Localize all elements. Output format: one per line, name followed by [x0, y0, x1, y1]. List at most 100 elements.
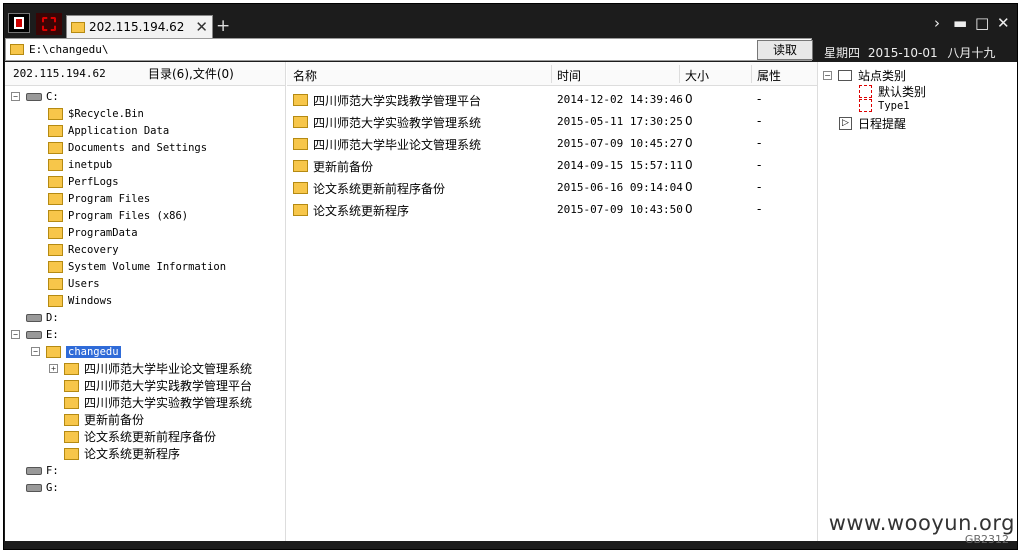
tree-drive-item[interactable]: − E:: [11, 326, 59, 343]
cell-time: 2014-12-02 14:39:46: [557, 93, 683, 106]
tree-folder-item[interactable]: 更新前备份: [49, 411, 144, 428]
schedule-icon: ▷: [839, 117, 852, 130]
collapse-icon[interactable]: −: [823, 71, 832, 80]
cell-time: 2015-05-11 17:30:25: [557, 115, 683, 128]
table-row[interactable]: 四川师范大学毕业论文管理系统 2015-07-09 10:45:27 0 -: [287, 133, 817, 155]
drive-icon: [26, 92, 42, 101]
site-category-panel: − 站点类别 默认类别 Type1 ▷ 日程提醒: [819, 62, 1017, 541]
tree-folder-item[interactable]: ProgramData: [31, 224, 138, 241]
cell-size: 0: [685, 114, 693, 128]
shell-icon-button[interactable]: [36, 13, 62, 35]
window-controls: › ▬ □ ✕: [931, 14, 1010, 32]
col-name-header[interactable]: 名称: [293, 67, 317, 84]
cell-name: 论文系统更新程序: [313, 204, 410, 218]
tree-folder-item[interactable]: $Recycle.Bin: [31, 105, 144, 122]
tree-folder-item[interactable]: Application Data: [31, 122, 169, 139]
tree-item-label: Documents and Settings: [68, 141, 208, 154]
tree-folder-item[interactable]: 四川师范大学实验教学管理系统: [49, 394, 252, 411]
tree-folder-item[interactable]: System Volume Information: [31, 258, 226, 275]
expand-icon[interactable]: +: [49, 364, 58, 373]
tree-drive-item[interactable]: − C:: [11, 88, 59, 105]
encoding-label: GB2312: [964, 533, 1009, 546]
maximize-button[interactable]: □: [975, 14, 989, 32]
cell-size: 0: [685, 180, 693, 194]
server-ip: 202.115.194.62: [13, 67, 106, 80]
tree-item-label: System Volume Information: [68, 260, 227, 273]
tree-drive-item[interactable]: G:: [11, 479, 59, 496]
app-menu-button[interactable]: [8, 13, 30, 33]
tree-item-label: Recovery: [68, 243, 119, 256]
folder-icon: [64, 413, 79, 426]
tree-item-label: 四川师范大学实践教学管理平台: [84, 379, 253, 393]
site-category-node[interactable]: − 站点类别: [823, 67, 906, 84]
tree-item-label: inetpub: [68, 158, 113, 171]
col-time-header[interactable]: 时间: [557, 67, 581, 84]
minimize-button[interactable]: ▬: [953, 14, 967, 32]
table-row[interactable]: 四川师范大学实践教学管理平台 2014-12-02 14:39:46 0 -: [287, 89, 817, 111]
tree-folder-item[interactable]: PerfLogs: [31, 173, 119, 190]
folder-icon: [48, 294, 63, 307]
cell-name: 四川师范大学毕业论文管理系统: [313, 138, 482, 152]
new-tab-button[interactable]: +: [216, 16, 230, 36]
tree-folder-item[interactable]: Users: [31, 275, 100, 292]
table-row[interactable]: 四川师范大学实验教学管理系统 2015-05-11 17:30:25 0 -: [287, 111, 817, 133]
folder-icon: [293, 204, 308, 216]
schedule-node[interactable]: ▷ 日程提醒: [839, 115, 906, 132]
tree-folder-item[interactable]: 四川师范大学实践教学管理平台: [49, 377, 252, 394]
tree-drive-item[interactable]: D:: [11, 309, 59, 326]
type1-node[interactable]: Type1: [859, 99, 910, 112]
path-input[interactable]: E:\changedu\: [29, 43, 778, 56]
folder-icon: [71, 21, 85, 33]
collapse-icon[interactable]: −: [11, 330, 20, 339]
collapse-icon[interactable]: −: [11, 92, 20, 101]
drive-icon: [26, 330, 42, 339]
tree-item-label: changedu: [66, 345, 121, 358]
cell-time: 2015-07-09 10:43:50: [557, 203, 683, 216]
col-size-header[interactable]: 大小: [685, 67, 709, 84]
collapse-icon[interactable]: −: [31, 347, 40, 356]
tree-folder-item[interactable]: Documents and Settings: [31, 139, 207, 156]
folder-icon: [46, 345, 61, 358]
default-category-node[interactable]: 默认类别: [859, 83, 926, 100]
folder-icon: [48, 124, 63, 137]
tree-item-label: F:: [46, 464, 59, 477]
tree-item-label: ProgramData: [68, 226, 138, 239]
tree-folder-item[interactable]: Windows: [31, 292, 112, 309]
tree-folder-item[interactable]: 论文系统更新程序: [49, 445, 180, 462]
cell-attr: -: [757, 114, 762, 128]
tree-folder-item[interactable]: Program Files (x86): [31, 207, 188, 224]
tree-folder-item[interactable]: + 四川师范大学毕业论文管理系统: [49, 360, 252, 377]
tree-folder-item[interactable]: Program Files: [31, 190, 150, 207]
cell-attr: -: [757, 136, 762, 150]
directory-tree-panel: 202.115.194.62 目录(6),文件(0) − C: $Recycle.B…: [5, 62, 286, 541]
date-display: 星期四 2015-10-01 八月十九: [824, 44, 995, 61]
category-item-icon: [859, 85, 872, 98]
tree-folder-item[interactable]: − changedu: [31, 343, 121, 360]
cell-size: 0: [685, 158, 693, 172]
tree-header: 202.115.194.62 目录(6),文件(0): [5, 62, 285, 86]
tree-folder-item[interactable]: inetpub: [31, 156, 112, 173]
tree-folder-item[interactable]: Recovery: [31, 241, 119, 258]
tree-drive-item[interactable]: F:: [11, 462, 59, 479]
folder-icon: [293, 160, 308, 172]
close-button[interactable]: ✕: [997, 14, 1010, 32]
cell-size: 0: [685, 92, 693, 106]
folder-icon: [48, 226, 63, 239]
cell-attr: -: [757, 158, 762, 172]
cell-name: 四川师范大学实践教学管理平台: [313, 94, 482, 108]
tab-close-icon[interactable]: ✕: [195, 18, 208, 36]
folder-icon: [293, 138, 308, 150]
tree-item-label: 四川师范大学实验教学管理系统: [84, 396, 253, 410]
read-button[interactable]: 读取: [757, 40, 813, 60]
table-row[interactable]: 论文系统更新前程序备份 2015-06-16 09:14:04 0 -: [287, 177, 817, 199]
cell-attr: -: [757, 92, 762, 106]
table-row[interactable]: 更新前备份 2014-09-15 15:57:11 0 -: [287, 155, 817, 177]
next-icon[interactable]: ›: [931, 14, 943, 32]
address-bar[interactable]: E:\changedu\ ± ∨: [5, 38, 812, 61]
folder-icon: [293, 94, 308, 106]
tab-title: 202.115.194.62: [89, 20, 185, 34]
table-row[interactable]: 论文系统更新程序 2015-07-09 10:43:50 0 -: [287, 199, 817, 221]
col-attr-header[interactable]: 属性: [757, 67, 781, 84]
tree-folder-item[interactable]: 论文系统更新前程序备份: [49, 428, 216, 445]
tab-session[interactable]: 202.115.194.62 ✕: [66, 15, 213, 38]
